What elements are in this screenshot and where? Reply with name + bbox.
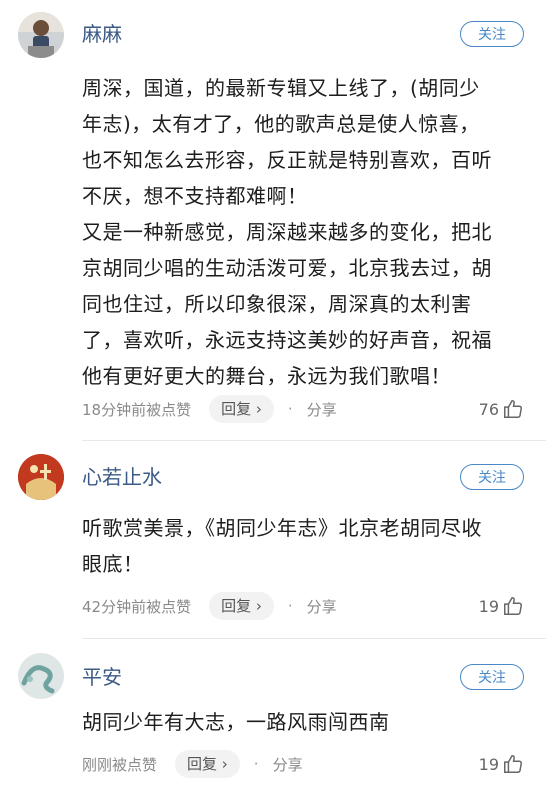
avatar[interactable]: [18, 454, 64, 500]
divider: [82, 638, 546, 639]
follow-button[interactable]: 关注: [460, 21, 524, 47]
like-button[interactable]: 19: [479, 750, 524, 778]
follow-button[interactable]: 关注: [460, 664, 524, 690]
thumbs-up-icon: [504, 597, 522, 615]
thumbs-up-icon: [504, 400, 522, 418]
reply-button[interactable]: 回复 ›: [175, 750, 240, 778]
username[interactable]: 麻麻: [82, 22, 122, 46]
like-time: 18分钟前被点赞: [82, 400, 192, 419]
username[interactable]: 平安: [82, 665, 122, 689]
reply-button[interactable]: 回复 ›: [209, 592, 274, 620]
share-button[interactable]: 分享: [307, 596, 337, 617]
like-button[interactable]: 19: [479, 592, 524, 620]
avatar[interactable]: [18, 653, 64, 699]
separator-dot: ·: [287, 400, 293, 418]
share-button[interactable]: 分享: [273, 754, 303, 775]
comment-meta: 18分钟前被点赞 回复 › · 分享: [82, 395, 337, 423]
comment-meta: 42分钟前被点赞 回复 › · 分享: [82, 592, 337, 620]
comment-text: 胡同少年有大志，一路风雨闯西南: [82, 710, 390, 734]
like-button[interactable]: 76: [479, 395, 524, 423]
like-count: 76: [478, 399, 499, 419]
avatar[interactable]: [18, 12, 64, 58]
like-count: 19: [478, 596, 499, 616]
thumbs-up-icon: [504, 755, 522, 773]
comment-text: 周深，国道，的最新专辑又上线了，(胡同少 年志)，太有才了，他的歌声总是使人惊喜…: [82, 76, 492, 388]
reply-button[interactable]: 回复 ›: [209, 395, 274, 423]
like-time: 42分钟前被点赞: [82, 597, 192, 616]
comment-meta: 刚刚被点赞 回复 › · 分享: [82, 750, 303, 778]
divider: [82, 440, 546, 441]
like-count: 19: [478, 754, 499, 774]
username[interactable]: 心若止水: [82, 465, 162, 489]
like-time: 刚刚被点赞: [82, 755, 158, 774]
follow-button[interactable]: 关注: [460, 464, 524, 490]
separator-dot: ·: [253, 755, 259, 773]
comment-text: 听歌赏美景，《胡同少年志》北京老胡同尽收 眼底！: [82, 516, 482, 576]
separator-dot: ·: [287, 597, 293, 615]
share-button[interactable]: 分享: [307, 399, 337, 420]
